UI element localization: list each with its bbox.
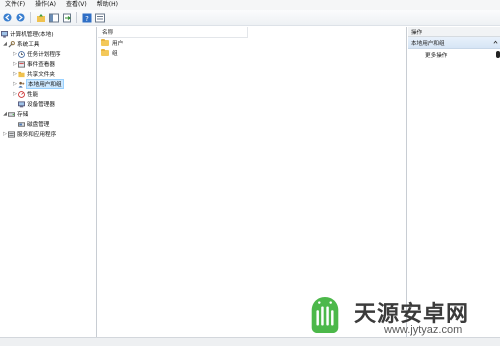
tree-label: 系统工具 xyxy=(17,42,40,48)
menu-view[interactable]: 查看(V) xyxy=(61,0,92,10)
users-icon xyxy=(18,81,25,88)
tree-item-disk-management[interactable]: 磁盘管理 xyxy=(18,119,49,129)
tree-item-performance[interactable]: ▷ 性能 xyxy=(12,89,38,99)
svg-text:?: ? xyxy=(85,15,89,23)
more-actions-label: 更多操作 xyxy=(425,52,448,59)
event-viewer-icon xyxy=(18,60,25,68)
toolbar: ? xyxy=(0,10,500,26)
tree-label: 服务和应用程序 xyxy=(17,132,57,138)
tree-label: 磁盘管理 xyxy=(27,122,50,128)
list-item-label: 组 xyxy=(112,51,118,57)
toolbar-separator xyxy=(30,12,31,23)
tools-icon xyxy=(8,40,15,48)
tree-label: 存储 xyxy=(17,112,29,118)
actions-pane: 操作 本地用户和组 更多操作 xyxy=(408,27,500,337)
tree-label: 设备管理器 xyxy=(27,102,55,108)
shared-folder-icon xyxy=(18,71,25,78)
submenu-arrow-icon xyxy=(496,51,500,58)
up-folder-icon[interactable] xyxy=(35,12,46,23)
folder-icon xyxy=(101,38,109,46)
show-hide-tree-icon[interactable] xyxy=(48,12,59,23)
navigation-tree: 计算机管理(本地) ◢ 系统工具 ▷ 任务计划程序 ▷ 事件查看器 ▷ 共享文件… xyxy=(0,27,97,337)
performance-icon xyxy=(18,90,25,98)
actions-group-local-users[interactable]: 本地用户和组 xyxy=(408,37,500,49)
tree-item-device-manager[interactable]: 设备管理器 xyxy=(18,99,55,109)
tree-item-event-viewer[interactable]: ▷ 事件查看器 xyxy=(12,59,55,69)
toolbar-separator xyxy=(76,12,77,23)
list-item-label: 用户 xyxy=(112,41,124,47)
actions-group-label: 本地用户和组 xyxy=(411,40,445,47)
folder-icon xyxy=(101,48,109,56)
more-actions-link[interactable]: 更多操作 xyxy=(408,49,500,60)
list-item[interactable]: 用户 xyxy=(98,38,406,48)
watermark: 天源安卓网 www.jytyaz.com xyxy=(300,294,500,342)
tree-label: 本地用户和组 xyxy=(26,79,64,89)
tree-item-services[interactable]: ▷ 服务和应用程序 xyxy=(2,129,56,139)
tree-item-local-users[interactable]: ▷ 本地用户和组 xyxy=(12,79,64,89)
tree-item-shared-folders[interactable]: ▷ 共享文件夹 xyxy=(12,69,55,79)
tree-label: 任务计划程序 xyxy=(27,52,61,58)
disk-management-icon xyxy=(18,121,25,128)
tree-item-system-tools[interactable]: ◢ 系统工具 xyxy=(2,39,39,49)
menu-file[interactable]: 文件(F) xyxy=(0,0,30,10)
clock-icon xyxy=(18,50,25,58)
tree-item-storage[interactable]: ◢ 存储 xyxy=(2,109,28,119)
watermark-url: www.jytyaz.com xyxy=(384,324,463,336)
storage-icon xyxy=(8,111,15,118)
view-icon[interactable] xyxy=(94,12,105,23)
services-icon xyxy=(8,130,15,138)
help-icon[interactable]: ? xyxy=(81,12,92,23)
content-list: 名称 用户 组 xyxy=(98,27,407,337)
device-manager-icon xyxy=(18,100,25,108)
menu-action[interactable]: 操作(A) xyxy=(30,0,61,10)
tree-label: 计算机管理(本地) xyxy=(10,32,54,38)
tree-label: 共享文件夹 xyxy=(27,72,55,78)
collapse-icon[interactable] xyxy=(493,40,498,45)
export-icon[interactable] xyxy=(61,12,72,23)
actions-header: 操作 xyxy=(408,27,500,37)
menu-help[interactable]: 帮助(H) xyxy=(92,0,123,10)
tree-item-root[interactable]: 计算机管理(本地) xyxy=(1,29,54,39)
menu-bar: 文件(F) 操作(A) 查看(V) 帮助(H) xyxy=(0,0,500,10)
tree-label: 性能 xyxy=(27,92,39,98)
tree-label: 事件查看器 xyxy=(27,62,55,68)
column-header-name[interactable]: 名称 xyxy=(98,27,248,38)
tree-item-task-scheduler[interactable]: ▷ 任务计划程序 xyxy=(12,49,61,59)
watermark-logo-icon xyxy=(311,296,339,334)
list-item[interactable]: 组 xyxy=(98,48,406,58)
computer-management-icon xyxy=(1,30,8,38)
forward-icon[interactable] xyxy=(15,12,26,23)
back-icon[interactable] xyxy=(2,12,13,23)
